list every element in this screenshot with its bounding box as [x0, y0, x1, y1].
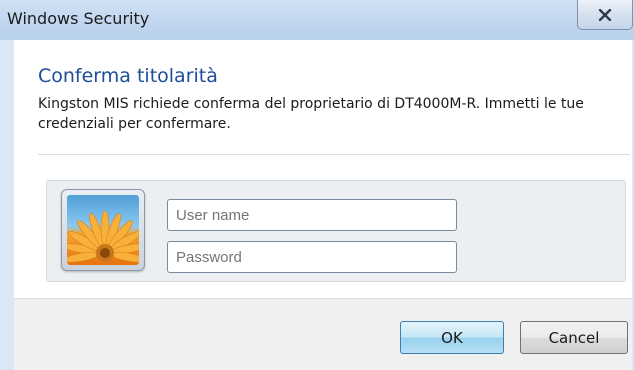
button-bar: OK Cancel — [14, 298, 632, 370]
divider — [38, 154, 630, 155]
dialog-content: Conferma titolarità Kingston MIS richied… — [14, 40, 632, 298]
ok-button[interactable]: OK — [400, 321, 504, 354]
dialog-message: Kingston MIS richiede conferma del propr… — [38, 96, 584, 132]
cancel-button[interactable]: Cancel — [520, 321, 628, 354]
close-button[interactable] — [577, 0, 633, 30]
user-avatar-icon — [67, 195, 139, 265]
window-title: Windows Security — [7, 9, 150, 28]
credential-tile — [46, 180, 626, 282]
dialog-heading: Conferma titolarità — [38, 65, 218, 87]
close-icon — [598, 8, 612, 21]
windows-security-dialog: Windows Security Conferma titolarità Kin… — [0, 0, 634, 370]
password-field[interactable] — [167, 241, 457, 273]
username-field[interactable] — [167, 199, 457, 231]
title-bar: Windows Security — [0, 0, 634, 40]
avatar — [61, 189, 145, 271]
